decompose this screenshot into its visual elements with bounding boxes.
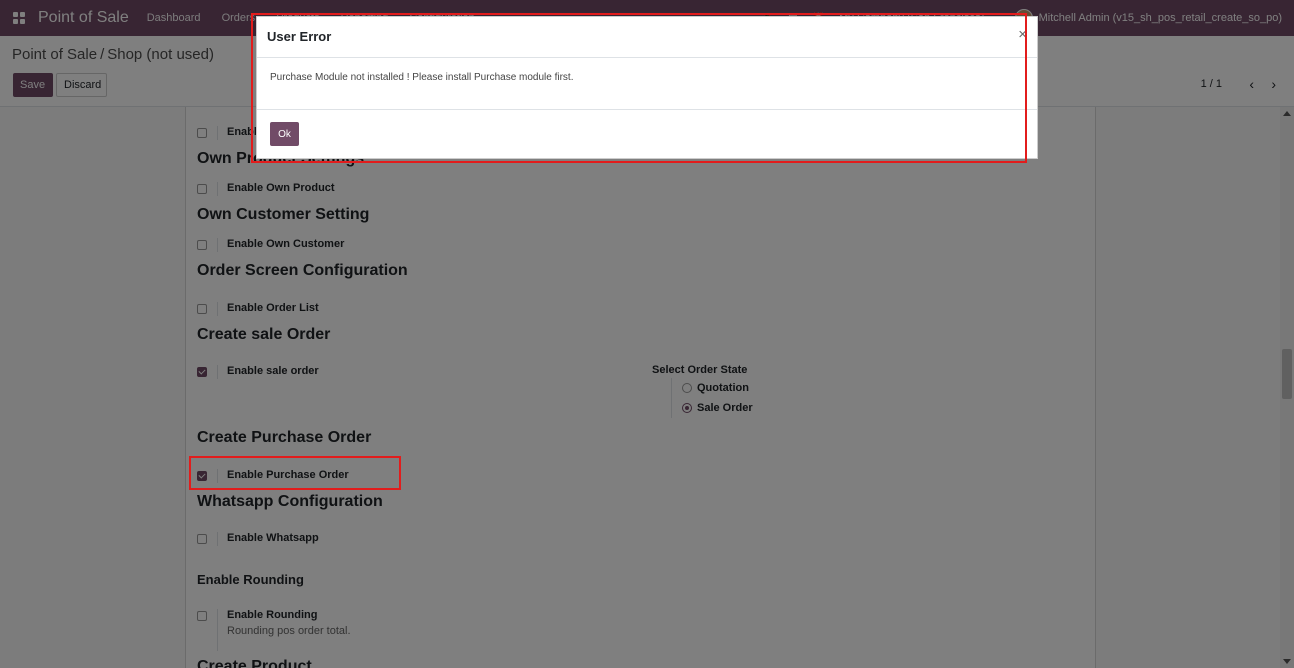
- purchase-order-highlight-box: [189, 456, 401, 490]
- dialog-highlight-box: [251, 13, 1027, 163]
